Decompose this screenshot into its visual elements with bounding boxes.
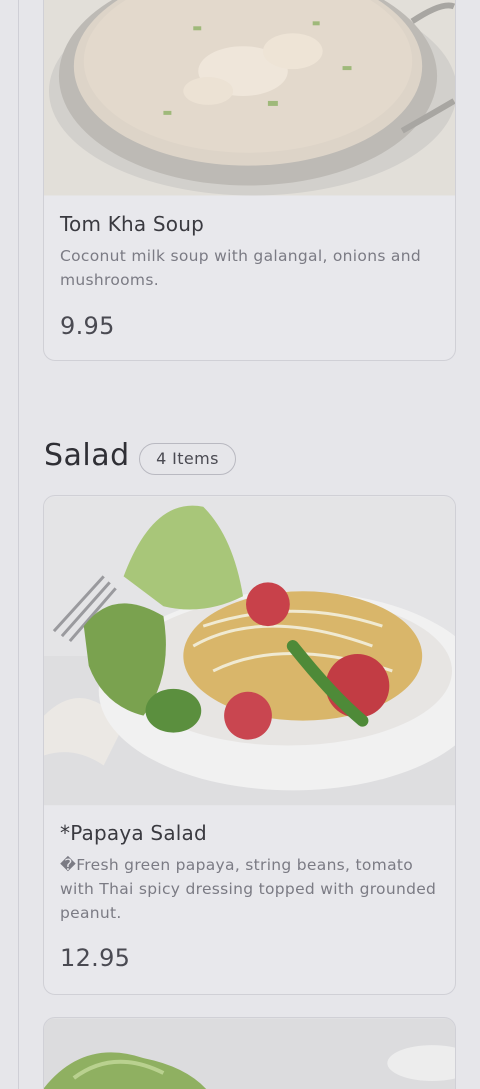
menu-item-price: 9.95: [60, 312, 115, 340]
section-title: Salad: [44, 438, 130, 473]
menu-item-price: 12.95: [60, 944, 131, 972]
next-item-image: [44, 1018, 455, 1089]
papaya-salad-image: [44, 496, 455, 806]
menu-item-description: �Fresh green papaya, string beans, tomat…: [60, 856, 437, 922]
menu-item-card-papaya-salad[interactable]: *Papaya Salad �Fresh green papaya, strin…: [43, 495, 456, 995]
tom-kha-soup-image: [44, 0, 455, 196]
menu-page: Tom Kha Soup Coconut milk soup with gala…: [0, 0, 480, 1089]
left-rail-divider: [18, 0, 19, 1089]
menu-item-title: Tom Kha Soup: [60, 212, 205, 236]
menu-item-card-next[interactable]: [43, 1017, 456, 1089]
menu-item-description: Coconut milk soup with galangal, onions …: [60, 247, 421, 289]
menu-item-card-tom-kha-soup[interactable]: Tom Kha Soup Coconut milk soup with gala…: [43, 0, 456, 361]
menu-item-title: *Papaya Salad: [60, 821, 207, 845]
section-item-count-badge: 4 Items: [139, 443, 236, 475]
